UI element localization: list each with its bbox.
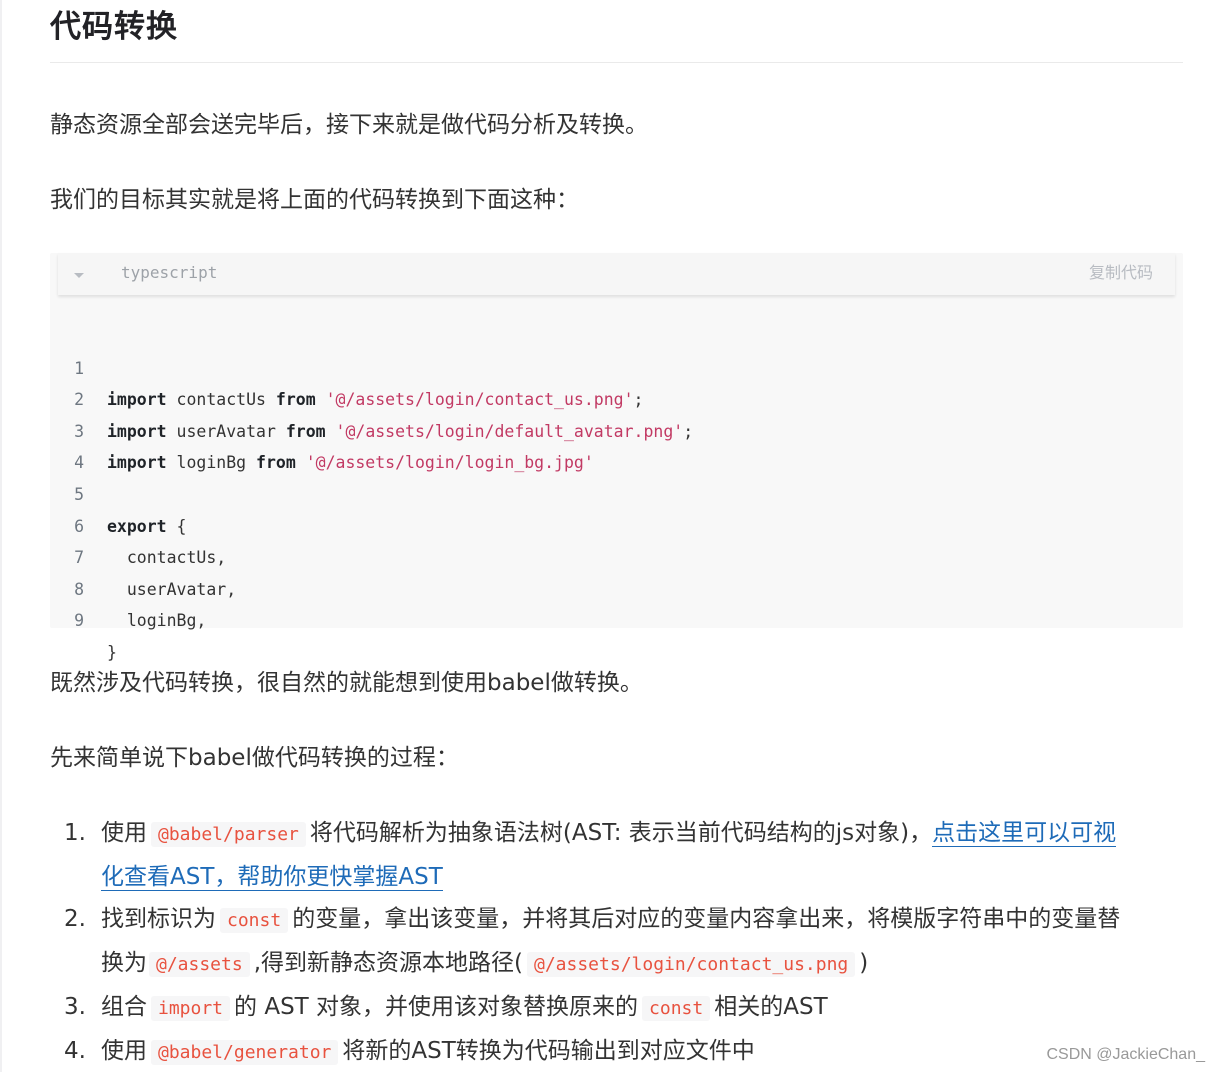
step-text: 的 AST 对象，并使用该对象替换原来的 (234, 994, 639, 1020)
code-line: 2 import userAvatar from '@/assets/login… (50, 353, 1183, 441)
step-text: 将新的AST转换为代码输出到对应文件中 (342, 1038, 755, 1064)
inline-code: @babel/parser (151, 822, 306, 847)
code-line: 4 (50, 416, 1183, 472)
inline-code: @/assets/login/contact_us.png (527, 952, 856, 977)
steps-list: 1. 使用 @babel/parser 将代码解析为抽象语法树(AST: 表示当前代… (50, 812, 1183, 1074)
paragraph-goal: 我们的目标其实就是将上面的代码转换到下面这种： (50, 187, 579, 213)
step-text: 换为 (101, 950, 147, 976)
section-heading: 代码转换 (50, 0, 1183, 63)
code-line: 1 import contactUs from '@/assets/login/… (50, 321, 1183, 410)
code-text: } (107, 642, 117, 662)
copy-code-button[interactable]: 复制代码 (1089, 263, 1153, 283)
inline-code: const (220, 908, 289, 933)
code-block-header: typescript 复制代码 (58, 253, 1175, 295)
csdn-watermark: CSDN @JackieChan_ (1046, 1046, 1205, 1063)
caret-down-icon[interactable] (72, 267, 86, 281)
paragraph-babel: 既然涉及代码转换，很自然的就能想到使用babel做转换。 (50, 670, 643, 696)
line-number: 9 (74, 611, 84, 631)
step-text: 使用 (101, 1038, 147, 1064)
code-lines: 1 import contactUs from '@/assets/login/… (50, 321, 1183, 662)
step-text: 组合 (101, 994, 147, 1020)
step-text: 将代码解析为抽象语法树(AST: 表示当前代码结构的js对象)， (309, 820, 933, 846)
list-number: 4. (64, 1038, 86, 1064)
paragraph-process: 先来简单说下babel做代码转换的过程： (50, 745, 459, 771)
code-block: typescript 复制代码 1 import contactUs from … (50, 253, 1183, 662)
code-line: 3 import loginBg from '@/assets/login/lo… (50, 384, 1183, 473)
code-language-label: typescript (121, 263, 218, 282)
ast-explorer-link-continued[interactable]: 化查看AST，帮助你更快掌握AST (101, 864, 443, 891)
paragraph-intro: 静态资源全部会送完毕后，接下来就是做代码分析及转换。 (50, 112, 648, 138)
code-line: 6 contactUs, (50, 479, 1183, 568)
step-text: ,得到新静态资源本地路径( (253, 950, 523, 976)
code-line: 5 export { (50, 447, 1183, 536)
inline-code: const (642, 996, 711, 1021)
step-text: 相关的AST (714, 994, 828, 1020)
inline-code: @/assets (149, 952, 250, 977)
step-text: ) (859, 950, 869, 976)
code-line: 7 userAvatar, (50, 511, 1183, 599)
list-number: 1. (64, 820, 86, 846)
ast-explorer-link[interactable]: 点击这里可以可视 (932, 820, 1117, 847)
list-item: 2. 找到标识为 const 的变量，拿出该变量，并将其后对应的变量内容拿出来，将模… (50, 898, 1183, 986)
list-item: 4. 使用 @babel/generator 将新的AST转换为代码输出到对应文件中 (50, 1030, 1183, 1074)
page-left-border (0, 0, 2, 1072)
step-text: 使用 (101, 820, 147, 846)
inline-code: @babel/generator (151, 1040, 339, 1065)
step-text: 找到标识为 (101, 906, 216, 932)
list-item: 1. 使用 @babel/parser 将代码解析为抽象语法树(AST: 表示当前代… (50, 812, 1183, 898)
code-line: 8 loginBg, (50, 542, 1183, 631)
list-number: 3. (64, 994, 86, 1020)
step-text: 的变量，拿出该变量，并将其后对应的变量内容拿出来，将模版字符串中的变量替 (292, 906, 1121, 932)
article-body: 代码转换 静态资源全部会送完毕后，接下来就是做代码分析及转换。 我们的目标其实就… (50, 0, 1183, 1065)
inline-code: import (151, 996, 231, 1021)
list-number: 2. (64, 906, 86, 932)
code-line: 9 } (50, 574, 1183, 662)
list-item: 3. 组合 import 的 AST 对象，并使用该对象替换原来的 const 相关的A… (50, 986, 1183, 1030)
